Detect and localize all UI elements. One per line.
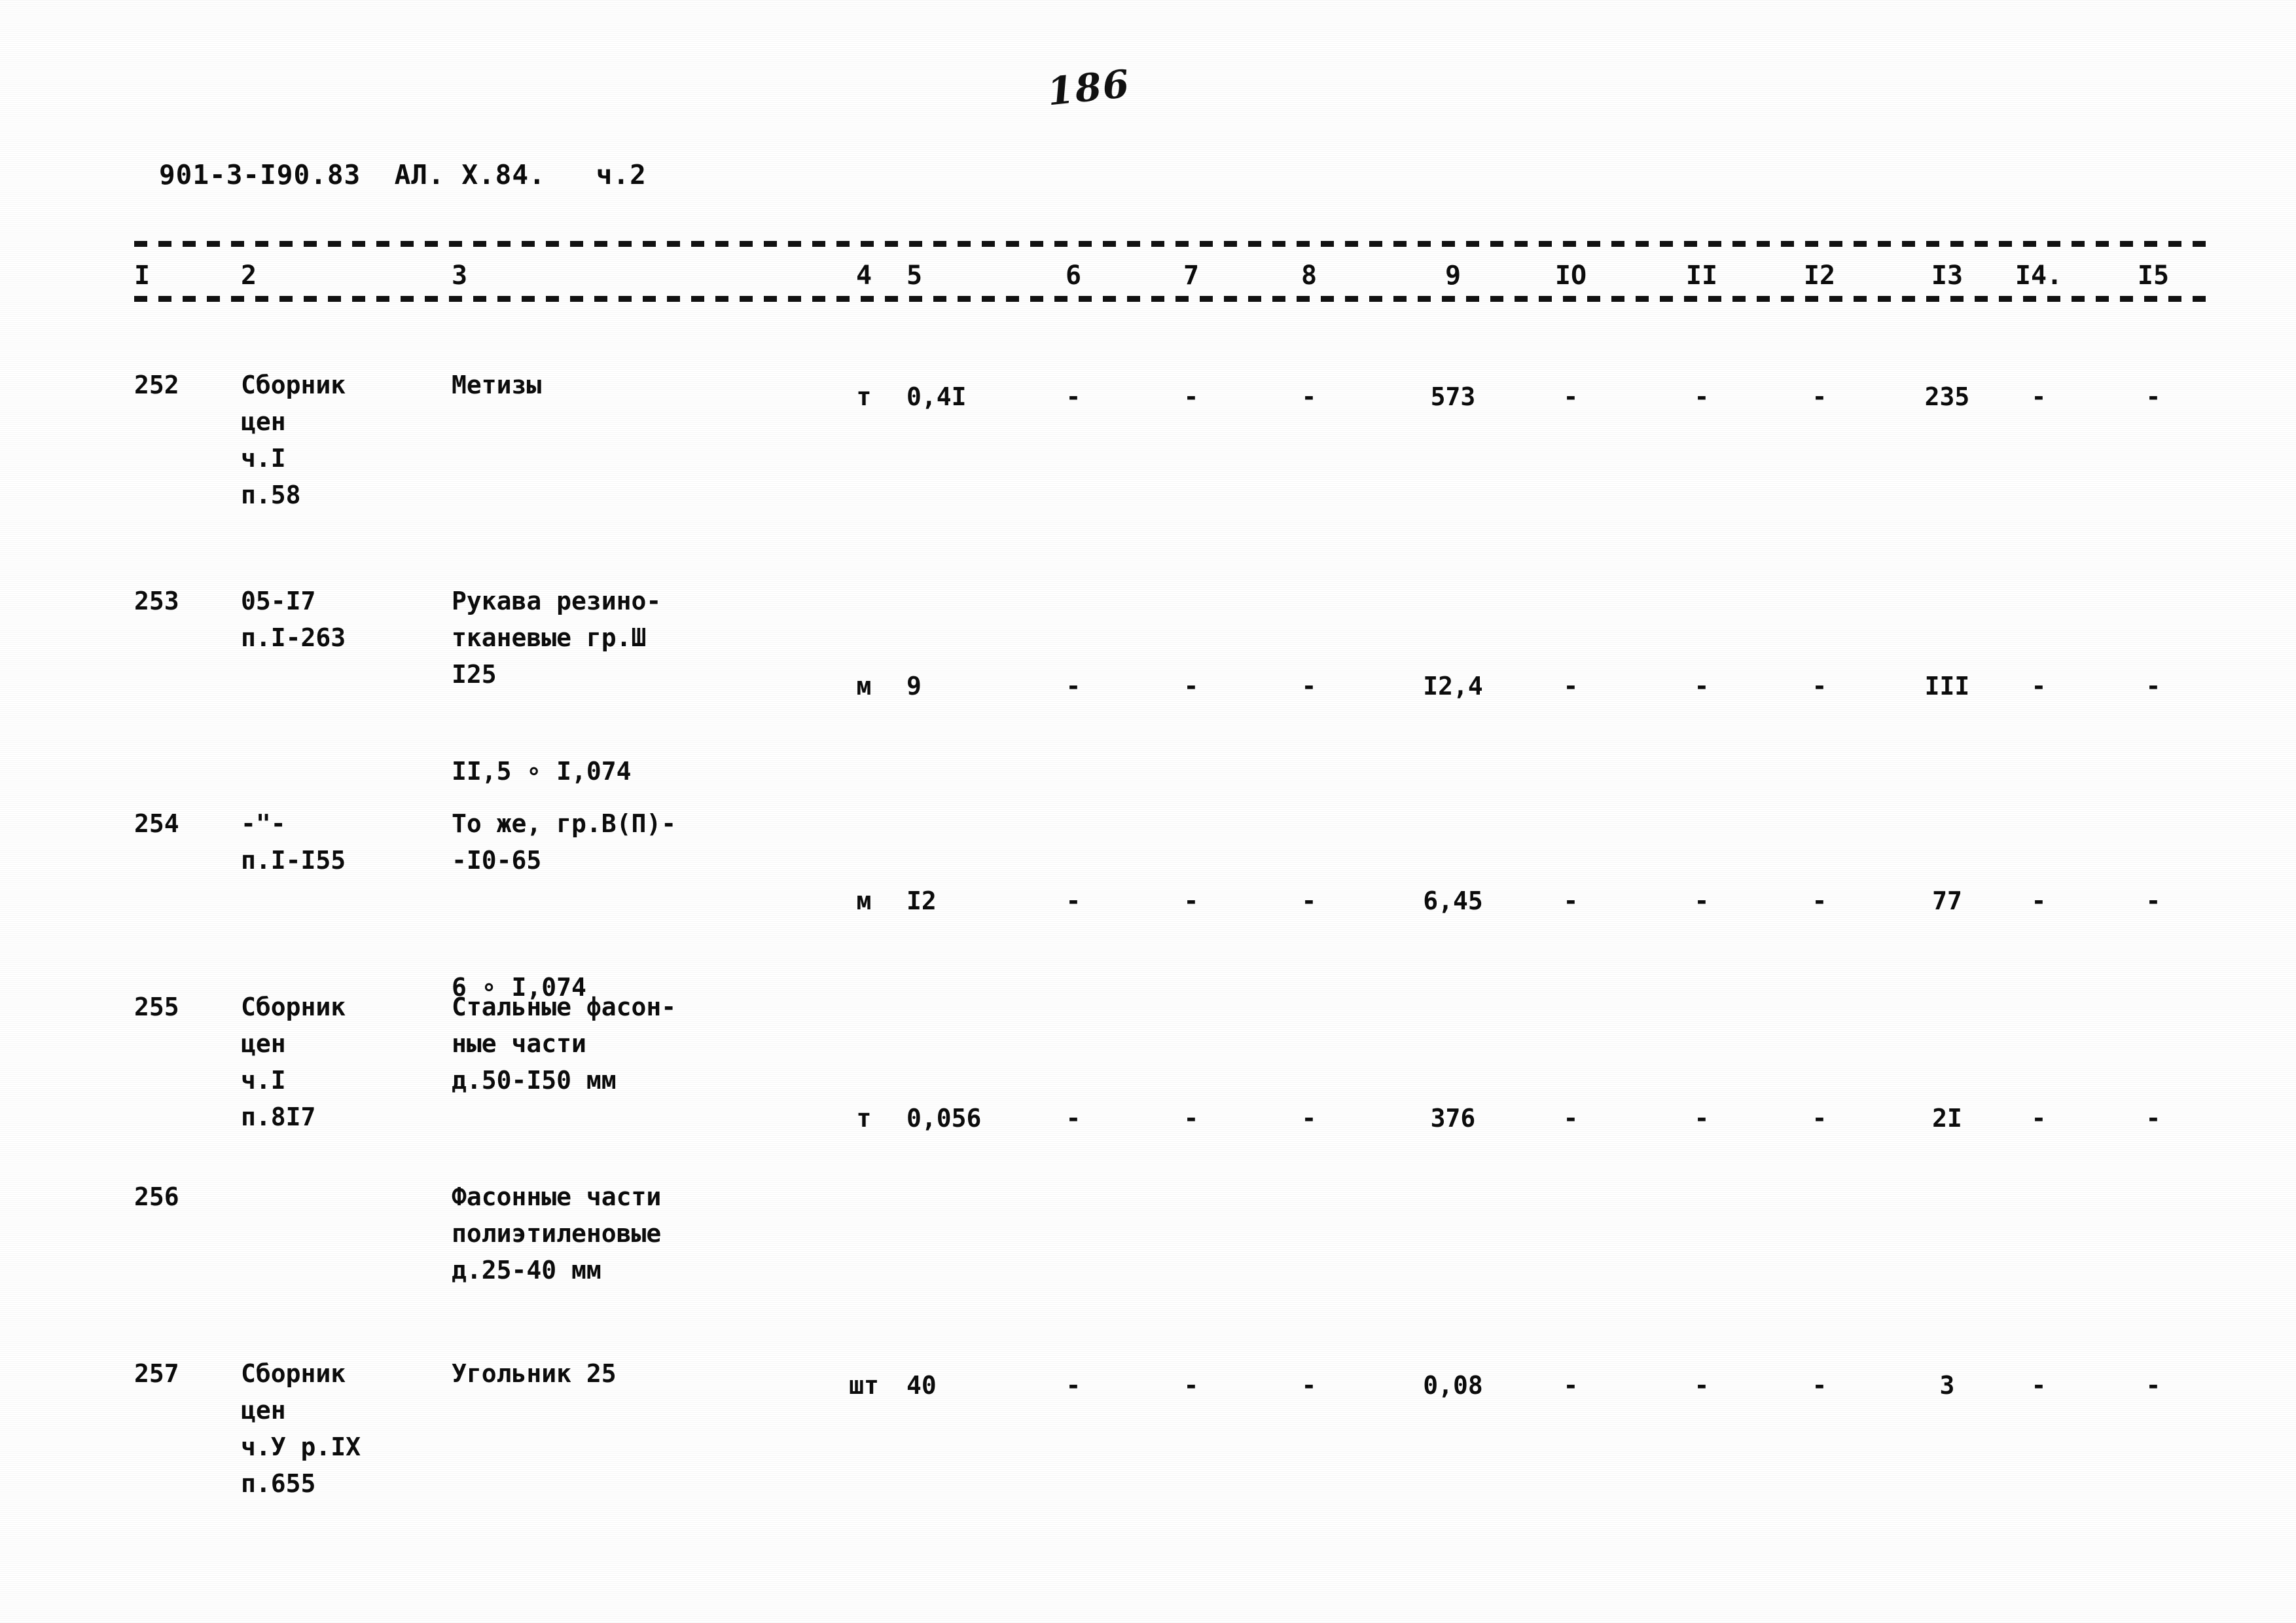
row-value-c13: III — [1924, 672, 1970, 701]
row-quantity: 0,056 — [906, 1104, 982, 1133]
column-number-4: 4 — [855, 261, 872, 291]
row-value-c14: - — [2031, 382, 2047, 411]
row-value-c12: - — [1812, 382, 1827, 411]
row-value-c12: - — [1812, 1104, 1827, 1133]
row-value-c10: - — [1563, 382, 1579, 411]
row-quantity: 9 — [906, 672, 922, 701]
row-value-c6: - — [1066, 886, 1081, 915]
row-quantity: 0,4I — [906, 382, 967, 411]
column-number-9: 9 — [1444, 261, 1462, 291]
row-value-c6: - — [1066, 1371, 1081, 1400]
row-value-c14: - — [2031, 1104, 2047, 1133]
row-material-name: Метизы — [452, 371, 542, 399]
row-value-c11: - — [1694, 1371, 1710, 1400]
row-position-number: 254 — [134, 809, 179, 838]
row-value-c7: - — [1183, 1371, 1199, 1400]
row-value-c10: - — [1563, 886, 1579, 915]
row-value-c15: - — [2145, 1371, 2161, 1400]
row-material-name: То же, гр.В(П)- -I0-65 — [452, 809, 677, 875]
row-position-number: 256 — [134, 1182, 179, 1211]
row-value-c11: - — [1694, 672, 1710, 701]
row-value-c15: - — [2145, 382, 2161, 411]
row-justification: Сборник цен ч.У р.IX п.655 — [241, 1359, 361, 1498]
row-value-c15: - — [2145, 1104, 2161, 1133]
column-number-15: I5 — [2137, 261, 2170, 291]
row-value-c12: - — [1812, 1371, 1827, 1400]
row-value-c8: - — [1301, 886, 1317, 915]
row-position-number: 253 — [134, 587, 179, 615]
row-value-c13: 3 — [1939, 1371, 1955, 1400]
column-number-13: I3 — [1931, 261, 1964, 291]
row-value-c14: - — [2031, 1371, 2047, 1400]
column-number-11: II — [1685, 261, 1718, 291]
row-justification: 05-I7 п.I-263 — [241, 587, 346, 652]
row-value-c14: - — [2031, 672, 2047, 701]
row-value-c7: - — [1183, 886, 1199, 915]
row-value-c11: - — [1694, 1104, 1710, 1133]
row-value-c12: - — [1812, 672, 1827, 701]
document-code-header: 901-3-I90.83 АЛ. Х.84. ч.2 — [159, 159, 647, 191]
row-value-c9: 0,08 — [1423, 1371, 1483, 1400]
column-number-14: I4. — [2015, 261, 2063, 291]
row-value-c9: 573 — [1430, 382, 1476, 411]
row-material-formula: II,5 ∘ I,074 — [452, 757, 632, 786]
column-number-2: 2 — [241, 261, 257, 291]
row-value-c8: - — [1301, 672, 1317, 701]
column-number-6: 6 — [1065, 261, 1082, 291]
row-value-c7: - — [1183, 382, 1199, 411]
row-value-c12: - — [1812, 886, 1827, 915]
row-value-c6: - — [1066, 672, 1081, 701]
column-number-10: IO — [1554, 261, 1587, 291]
row-quantity: I2 — [906, 886, 937, 915]
row-value-c15: - — [2145, 886, 2161, 915]
row-value-c14: - — [2031, 886, 2047, 915]
table-rule-top — [134, 241, 2209, 247]
row-material-name: Стальные фасон- ные части д.50-I50 мм — [452, 993, 677, 1095]
row-unit: т — [856, 1104, 872, 1133]
column-number-7: 7 — [1183, 261, 1200, 291]
column-number-8: 8 — [1300, 261, 1318, 291]
row-position-number: 252 — [134, 371, 179, 399]
row-value-c6: - — [1066, 382, 1081, 411]
row-value-c9: 376 — [1430, 1104, 1476, 1133]
row-material-name: Фасонные части полиэтиленовые д.25-40 мм — [452, 1182, 662, 1285]
column-number-1: I — [134, 261, 151, 291]
row-justification: -"- п.I-I55 — [241, 809, 346, 875]
row-value-c6: - — [1066, 1104, 1081, 1133]
row-value-c11: - — [1694, 382, 1710, 411]
row-value-c15: - — [2145, 672, 2161, 701]
row-value-c13: 77 — [1932, 886, 1962, 915]
row-value-c11: - — [1694, 886, 1710, 915]
column-number-12: I2 — [1803, 261, 1836, 291]
row-value-c8: - — [1301, 1104, 1317, 1133]
row-unit: т — [856, 382, 872, 411]
row-value-c9: 6,45 — [1423, 886, 1483, 915]
row-value-c10: - — [1563, 1371, 1579, 1400]
row-value-c7: - — [1183, 672, 1199, 701]
row-value-c8: - — [1301, 382, 1317, 411]
row-value-c10: - — [1563, 672, 1579, 701]
document-page: { "page": { "page_number": "186", "doc_c… — [0, 0, 2296, 1623]
row-position-number: 255 — [134, 993, 179, 1021]
table-column-header-row: I 2 3 4 5 6 7 8 9 IO II I2 I3 I4. I5 — [0, 261, 2296, 300]
column-number-5: 5 — [906, 261, 923, 291]
column-number-3: 3 — [452, 261, 468, 291]
row-value-c13: 235 — [1924, 382, 1970, 411]
page-number: 186 — [1045, 61, 1133, 115]
row-justification: Сборник цен ч.I п.58 — [241, 371, 346, 509]
row-unit: м — [856, 672, 872, 701]
row-value-c10: - — [1563, 1104, 1579, 1133]
row-position-number: 257 — [134, 1359, 179, 1388]
row-unit: шт — [849, 1371, 879, 1400]
row-material-name: Рукава резино- тканевые гр.Ш I25 — [452, 587, 662, 689]
row-justification: Сборник цен ч.I п.8I7 — [241, 993, 346, 1131]
row-value-c8: - — [1301, 1371, 1317, 1400]
row-value-c7: - — [1183, 1104, 1199, 1133]
row-quantity: 40 — [906, 1371, 937, 1400]
row-unit: м — [856, 886, 872, 915]
row-value-c9: I2,4 — [1423, 672, 1483, 701]
row-material-name: Угольник 25 — [452, 1359, 617, 1388]
row-value-c13: 2I — [1932, 1104, 1962, 1133]
